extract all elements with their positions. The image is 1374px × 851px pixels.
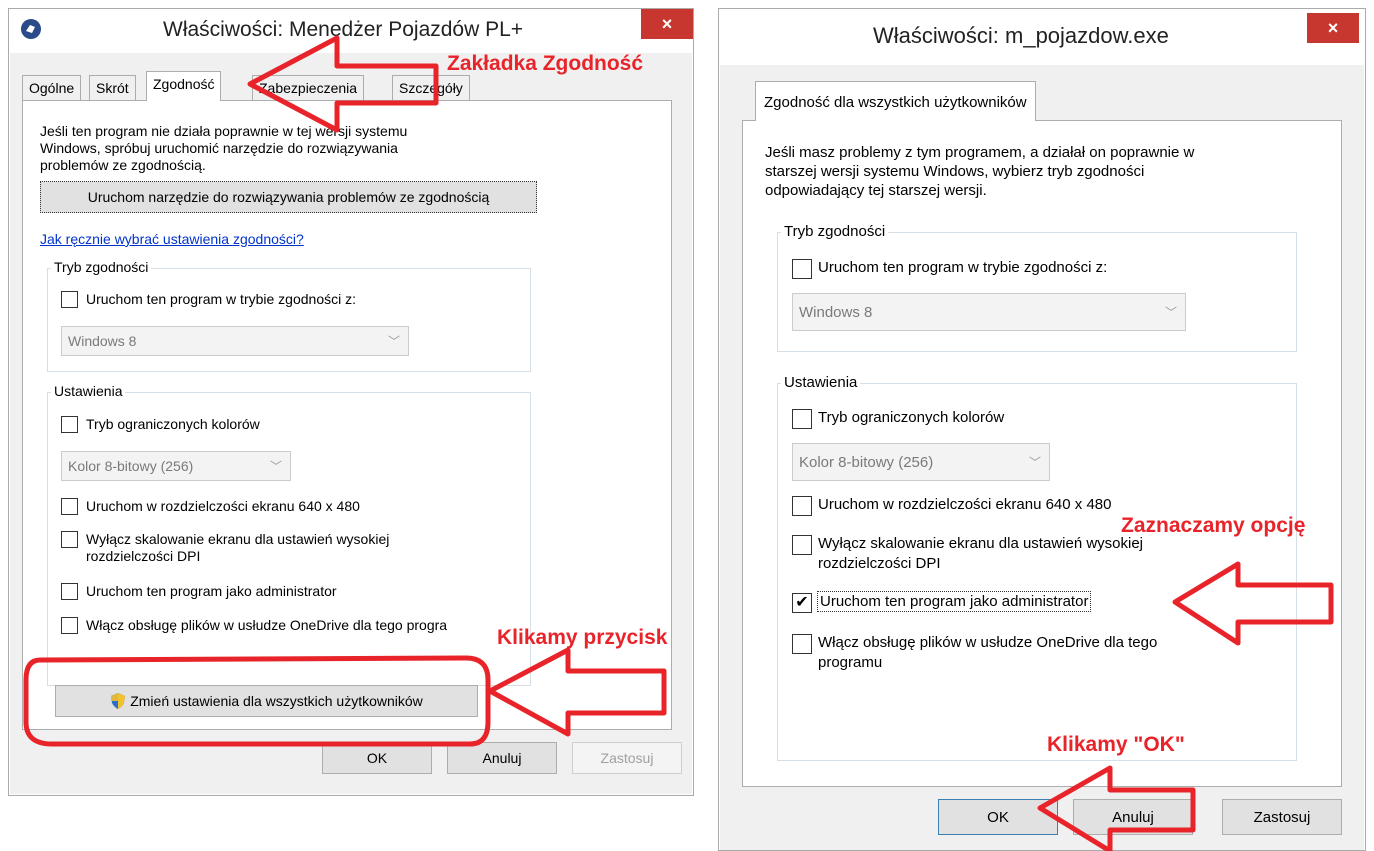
chevron-down-icon: ﹀: [1164, 305, 1177, 320]
right-compat-mode-label: Uruchom ten program w trybie zgodności z…: [818, 259, 1108, 276]
run-as-admin-label: Uruchom ten program jako administrator: [86, 583, 337, 599]
resolution-640-checkbox[interactable]: [61, 498, 78, 515]
uac-shield-icon: [110, 692, 126, 710]
tab-compatibility[interactable]: Zgodność: [146, 71, 222, 101]
right-onedrive-label-1: Włącz obsługę plików w usłudze OneDrive …: [818, 634, 1158, 651]
right-properties-window: Właściwości: m_pojazdow.exe × Zgodność d…: [718, 8, 1366, 851]
compat-os-value: Windows 8: [68, 333, 137, 349]
right-color-depth-select[interactable]: Kolor 8-bitowy (256) ﹀: [792, 443, 1050, 481]
tab-details[interactable]: Szczegóły: [392, 75, 470, 101]
right-cancel-button[interactable]: Anuluj: [1073, 799, 1193, 835]
color-depth-select[interactable]: Kolor 8-bitowy (256) ﹀: [61, 451, 291, 481]
left-close-button[interactable]: ×: [641, 9, 693, 39]
compat-os-select[interactable]: Windows 8 ﹀: [61, 326, 409, 356]
right-close-button[interactable]: ×: [1307, 13, 1359, 43]
right-onedrive-label-2: programu: [818, 654, 883, 671]
compat-mode-group: [47, 268, 531, 372]
right-intro-1: Jeśli masz problemy z tym programem, a d…: [765, 144, 1195, 161]
right-compat-os-value: Windows 8: [799, 303, 873, 321]
chevron-down-icon: ﹀: [1028, 455, 1041, 470]
tab-shortcut[interactable]: Skrót: [89, 75, 136, 101]
right-reduced-colors-label: Tryb ograniczonych kolorów: [818, 409, 1005, 426]
right-compat-page: Jeśli masz problemy z tym programem, a d…: [742, 120, 1342, 787]
right-compat-mode-checkbox[interactable]: [792, 259, 812, 279]
left-window-title: Właściwości: Menedżer Pojazdów PL+: [163, 18, 524, 41]
reduced-colors-checkbox[interactable]: [61, 416, 78, 433]
right-apply-button[interactable]: Zastosuj: [1222, 799, 1342, 835]
dpi-scaling-checkbox[interactable]: [61, 531, 78, 548]
right-ok-button[interactable]: OK: [938, 799, 1058, 835]
left-cancel-button[interactable]: Anuluj: [447, 742, 557, 774]
right-compat-mode-legend: Tryb zgodności: [781, 223, 889, 240]
change-all-users-button[interactable]: Zmień ustawienia dla wszystkich użytkown…: [55, 685, 478, 717]
run-as-admin-checkbox[interactable]: [61, 583, 78, 600]
right-settings-group: [777, 383, 1297, 761]
right-dpi-scaling-checkbox[interactable]: [792, 535, 812, 555]
dpi-scaling-label-2: rozdzielczości DPI: [86, 548, 201, 564]
onedrive-checkbox[interactable]: [61, 617, 78, 634]
right-intro-2: starszej wersji systemu Windows, wybierz…: [765, 163, 1145, 180]
right-intro-3: odpowiadający tej starszej wersji.: [765, 182, 987, 199]
onedrive-label: Włącz obsługę plików w usłudze OneDrive …: [86, 617, 448, 633]
resolution-640-label: Uruchom w rozdzielczości ekranu 640 x 48…: [86, 498, 360, 514]
intro-line-1: Jeśli ten program nie działa poprawnie w…: [40, 123, 408, 139]
left-dialog-body: Ogólne Skrót Zgodność Zabezpieczenia Szc…: [10, 53, 692, 794]
right-reduced-colors-checkbox[interactable]: [792, 409, 812, 429]
intro-line-3: problemów ze zgodnością.: [40, 157, 206, 173]
right-window-title: Właściwości: m_pojazdow.exe: [873, 23, 1169, 48]
intro-line-2: Windows, spróbuj uruchomić narzędzie do …: [40, 140, 398, 156]
annotation-click-ok: Klikamy "OK": [1047, 733, 1185, 756]
right-onedrive-checkbox[interactable]: [792, 634, 812, 654]
right-compat-mode-group: [777, 232, 1297, 352]
left-title-bar: Właściwości: Menedżer Pojazdów PL+ ×: [9, 9, 693, 53]
right-compat-os-select[interactable]: Windows 8 ﹀: [792, 293, 1186, 331]
left-properties-window: Właściwości: Menedżer Pojazdów PL+ × Ogó…: [8, 8, 694, 796]
change-all-users-label: Zmień ustawienia dla wszystkich użytkown…: [130, 693, 423, 709]
right-title-bar: Właściwości: m_pojazdow.exe ×: [719, 9, 1365, 53]
compat-mode-label: Uruchom ten program w trybie zgodności z…: [86, 291, 356, 307]
chevron-down-icon: ﹀: [269, 459, 282, 474]
chevron-down-icon: ﹀: [387, 334, 400, 349]
right-color-depth-value: Kolor 8-bitowy (256): [799, 453, 934, 471]
app-icon: [21, 19, 41, 39]
tab-general[interactable]: Ogólne: [22, 75, 82, 101]
right-run-as-admin-checkbox[interactable]: ✔: [792, 593, 812, 613]
right-run-as-admin-label: Uruchom ten program jako administrator: [817, 591, 1092, 612]
right-dpi-scaling-label-2: rozdzielczości DPI: [818, 555, 941, 572]
tab-compat-all-users[interactable]: Zgodność dla wszystkich użytkowników: [755, 81, 1036, 121]
annotation-check-option: Zaznaczamy opcję: [1121, 514, 1306, 537]
dpi-scaling-label-1: Wyłącz skalowanie ekranu dla ustawień wy…: [86, 531, 390, 547]
troubleshoot-button[interactable]: Uruchom narzędzie do rozwiązywania probl…: [40, 181, 537, 213]
right-resolution-640-checkbox[interactable]: [792, 496, 812, 516]
compat-mode-checkbox[interactable]: [61, 291, 78, 308]
left-apply-button[interactable]: Zastosuj: [572, 742, 682, 774]
compat-mode-legend: Tryb zgodności: [51, 259, 152, 275]
manual-settings-link[interactable]: Jak ręcznie wybrać ustawienia zgodności?: [40, 231, 304, 248]
annotation-tab-note: Zakładka Zgodność: [447, 52, 644, 75]
annotation-click-button: Klikamy przycisk: [497, 626, 668, 649]
tab-security[interactable]: Zabezpieczenia: [252, 75, 365, 101]
right-resolution-640-label: Uruchom w rozdzielczości ekranu 640 x 48…: [818, 496, 1112, 513]
reduced-colors-label: Tryb ograniczonych kolorów: [86, 416, 260, 432]
right-dialog-body: Zgodność dla wszystkich użytkowników Jeś…: [720, 65, 1364, 850]
color-depth-value: Kolor 8-bitowy (256): [68, 458, 194, 474]
left-ok-button[interactable]: OK: [322, 742, 432, 774]
right-settings-legend: Ustawienia: [781, 374, 861, 391]
right-dpi-scaling-label-1: Wyłącz skalowanie ekranu dla ustawień wy…: [818, 535, 1144, 552]
settings-legend: Ustawienia: [51, 383, 126, 399]
